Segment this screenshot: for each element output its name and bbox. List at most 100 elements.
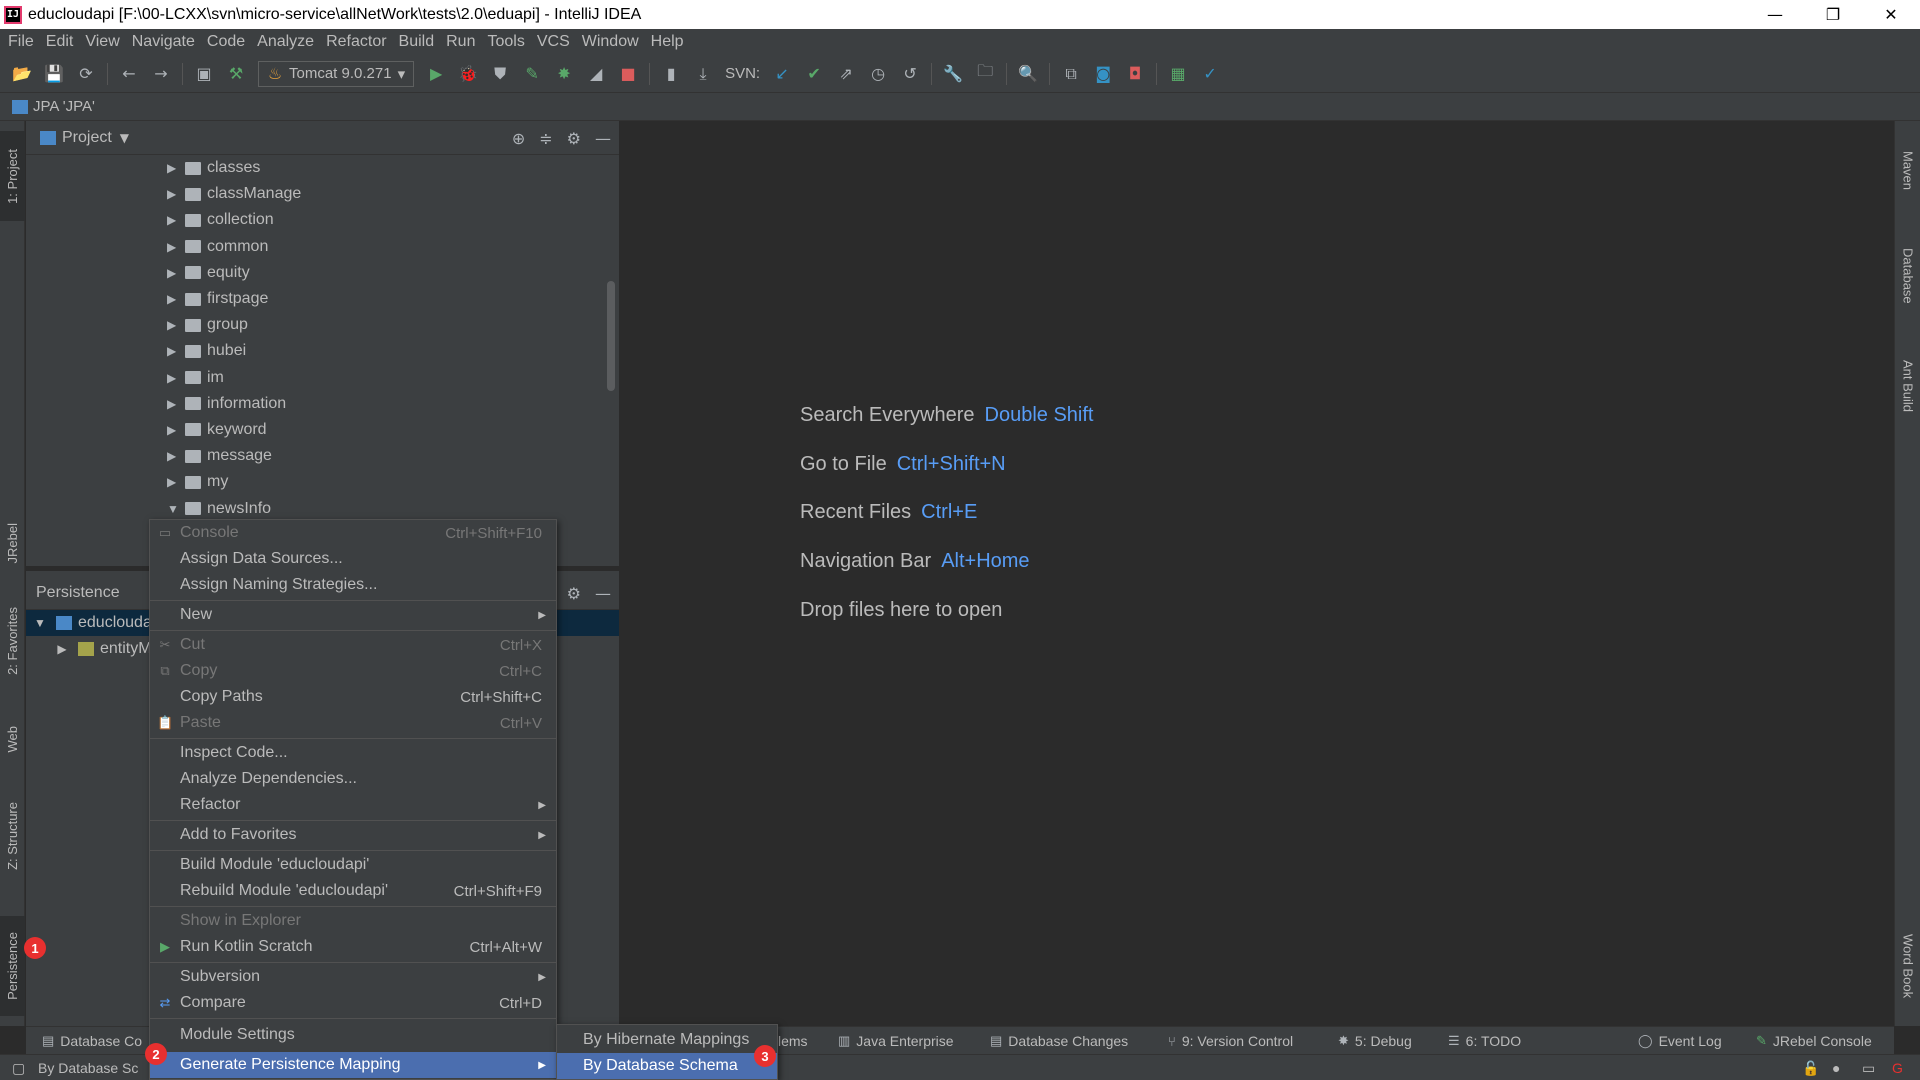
history-clock-icon[interactable]: ◷ <box>865 61 891 87</box>
settings-wrench-icon[interactable]: 🔧 <box>940 61 966 87</box>
jrebel-debug-icon[interactable]: ✸ <box>551 61 577 87</box>
submenu-item-by-hibernate-mappings[interactable]: By Hibernate Mappings <box>557 1027 777 1053</box>
tree-folder[interactable]: ▶ classManage <box>26 181 619 207</box>
svn-commit-icon[interactable]: ✔ <box>801 61 827 87</box>
close-button[interactable]: ✕ <box>1862 0 1920 29</box>
chevron-right-icon[interactable]: ▶ <box>167 292 185 306</box>
menu-run[interactable]: Run <box>440 33 481 51</box>
menu-item-module-settings[interactable]: Module Settings <box>150 1022 556 1048</box>
status-toggle-icon[interactable]: ▢ <box>12 1055 25 1080</box>
menu-item-inspect-code[interactable]: Inspect Code... <box>150 740 556 766</box>
svn-update-icon[interactable]: ↙ <box>769 61 795 87</box>
chevron-right-icon[interactable]: ▶ <box>167 475 185 489</box>
bookmark-icon[interactable]: ▮ <box>658 61 684 87</box>
debug-bug-icon[interactable]: 🐞 <box>455 61 481 87</box>
locate-icon[interactable]: ⊕ <box>512 129 525 148</box>
check-circle-icon[interactable]: ✓ <box>1197 61 1223 87</box>
translate-icon[interactable]: ⧉ <box>1058 61 1084 87</box>
tool-tab-database[interactable]: Database <box>1895 226 1920 326</box>
forward-icon[interactable]: → <box>148 61 174 87</box>
menu-build[interactable]: Build <box>393 33 441 51</box>
tree-folder[interactable]: ▶ information <box>26 391 619 417</box>
chevron-down-icon[interactable]: ▼ <box>30 616 50 630</box>
menu-item-paste[interactable]: 📋 Paste Ctrl+V <box>150 710 556 736</box>
menu-item-generate-persistence-mapping[interactable]: Generate Persistence Mapping ▶ <box>150 1052 556 1078</box>
chevron-right-icon[interactable]: ▶ <box>52 642 72 656</box>
menu-window[interactable]: Window <box>576 33 645 51</box>
chevron-down-icon[interactable]: ▼ <box>120 131 129 145</box>
tool-problems[interactable]: lems <box>778 1027 808 1055</box>
svn-compare-icon[interactable]: ⇗ <box>833 61 859 87</box>
menu-analyze[interactable]: Analyze <box>251 33 320 51</box>
menu-item-add-to-favorites[interactable]: Add to Favorites ▶ <box>150 822 556 848</box>
menu-item-copy-paths[interactable]: Copy Paths Ctrl+Shift+C <box>150 684 556 710</box>
tool-jrebel-console[interactable]: ✎ JRebel Console <box>1756 1027 1872 1055</box>
hide-icon[interactable]: — <box>595 584 611 603</box>
tool-tab-maven[interactable]: Maven <box>1895 131 1920 211</box>
menu-item-new[interactable]: New ▶ <box>150 602 556 628</box>
tree-folder[interactable]: ▶ collection <box>26 207 619 233</box>
menu-item-build-module[interactable]: Build Module 'educloudapi' <box>150 852 556 878</box>
sync-icon[interactable]: ⟳ <box>73 61 99 87</box>
run-icon[interactable]: ▶ <box>423 61 449 87</box>
menu-vcs[interactable]: VCS <box>531 33 576 51</box>
menu-item-copy[interactable]: ⧉ Copy Ctrl+C <box>150 658 556 684</box>
tool-tab-persistence[interactable]: Persistence <box>0 916 25 1016</box>
chevron-right-icon[interactable]: ▶ <box>167 449 185 463</box>
tree-folder[interactable]: ▶ message <box>26 443 619 469</box>
chevron-down-icon[interactable]: ▼ <box>167 502 185 516</box>
tool-todo[interactable]: ☰ 6: TODO <box>1448 1027 1521 1055</box>
chevron-right-icon[interactable]: ▶ <box>167 318 185 332</box>
build-hammer-icon[interactable]: ⚒ <box>223 61 249 87</box>
tree-folder[interactable]: ▶ classes <box>26 155 619 181</box>
tool-database-changes[interactable]: ▤ Database Changes <box>990 1027 1128 1055</box>
tool-java-enterprise[interactable]: ▥ Java Enterprise <box>838 1027 954 1055</box>
gear-icon[interactable]: ⚙ <box>567 129 581 148</box>
menu-item-compare[interactable]: ⇄ Compare Ctrl+D <box>150 990 556 1016</box>
outlook-icon[interactable]: ◙ <box>1090 61 1116 87</box>
lock-icon[interactable]: 🔓 <box>1802 1055 1819 1080</box>
breadcrumb[interactable]: JPA 'JPA' <box>33 98 95 115</box>
open-folder-icon[interactable]: 📂 <box>9 61 35 87</box>
tree-folder[interactable]: ▶ my <box>26 469 619 495</box>
menu-item-show-in-explorer[interactable]: Show in Explorer <box>150 908 556 934</box>
chevron-right-icon[interactable]: ▶ <box>167 344 185 358</box>
run-configuration-select[interactable]: ♨ Tomcat 9.0.271 ▾ <box>258 60 415 87</box>
tree-folder[interactable]: ▶ equity <box>26 260 619 286</box>
hide-icon[interactable]: — <box>595 129 611 148</box>
menu-item-refactor[interactable]: Refactor ▶ <box>150 792 556 818</box>
menu-tools[interactable]: Tools <box>481 33 530 51</box>
project-panel-title[interactable]: Project <box>62 129 112 147</box>
menu-edit[interactable]: Edit <box>40 33 80 51</box>
project-scrollbar[interactable] <box>607 281 615 391</box>
chevron-right-icon[interactable]: ▶ <box>167 161 185 175</box>
menu-help[interactable]: Help <box>645 33 690 51</box>
chevron-right-icon[interactable]: ▶ <box>167 187 185 201</box>
tool-tab-web[interactable]: Web <box>0 709 25 769</box>
tree-folder[interactable]: ▶ im <box>26 365 619 391</box>
tool-tab-jrebel[interactable]: JRebel <box>0 506 25 581</box>
tool-tab-word-book[interactable]: Word Book <box>1895 911 1920 1021</box>
menu-item-run-kotlin-scratch[interactable]: ▶ Run Kotlin Scratch Ctrl+Alt+W <box>150 934 556 960</box>
chevron-right-icon[interactable]: ▶ <box>167 266 185 280</box>
menu-item-assign-data-sources[interactable]: Assign Data Sources... <box>150 546 556 572</box>
menu-refactor[interactable]: Refactor <box>320 33 392 51</box>
download-icon[interactable]: ⤓ <box>690 61 716 87</box>
memory-icon[interactable]: ▭ <box>1862 1055 1875 1080</box>
tool-database-console[interactable]: ▤ Database Co <box>42 1027 142 1055</box>
tree-folder[interactable]: ▶ hubei <box>26 338 619 364</box>
profile-icon[interactable]: ◢ <box>583 61 609 87</box>
search-icon[interactable]: 🔍 <box>1015 61 1041 87</box>
menu-item-analyze-dependencies[interactable]: Analyze Dependencies... <box>150 766 556 792</box>
chevron-right-icon[interactable]: ▶ <box>167 371 185 385</box>
inspector-icon[interactable]: ● <box>1832 1055 1840 1080</box>
tree-folder[interactable]: ▶ firstpage <box>26 286 619 312</box>
menu-navigate[interactable]: Navigate <box>126 33 201 51</box>
stop-icon[interactable]: ■ <box>615 61 641 87</box>
project-structure-icon[interactable]: ▣ <box>191 61 217 87</box>
minimize-button[interactable]: — <box>1746 0 1804 29</box>
menu-item-subversion[interactable]: Subversion ▶ <box>150 964 556 990</box>
tool-tab-structure[interactable]: Z: Structure <box>0 786 25 886</box>
revert-icon[interactable]: ↺ <box>897 61 923 87</box>
back-icon[interactable]: ← <box>116 61 142 87</box>
